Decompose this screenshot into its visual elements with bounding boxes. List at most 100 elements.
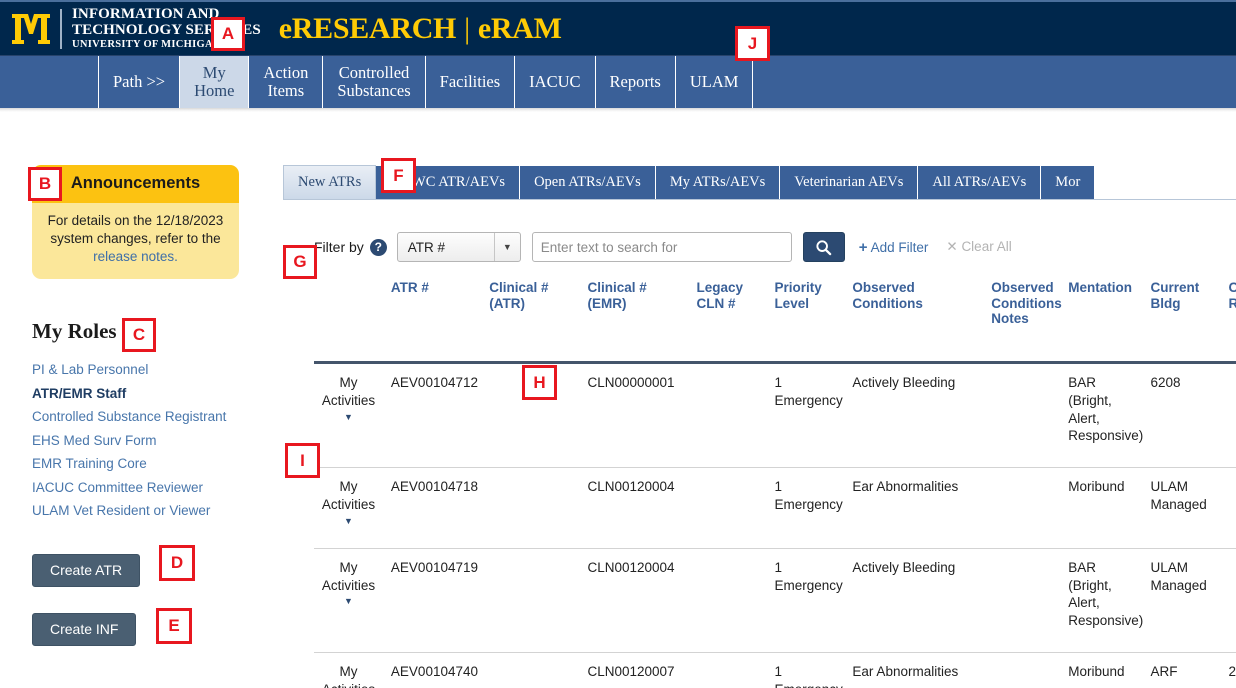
nav-item-my-home[interactable]: My Home [180, 56, 250, 108]
cell-mentation: BAR (Bright, Alert, Responsive) [1068, 548, 1151, 654]
cell-atr-number[interactable]: AEV00104740 [390, 652, 490, 688]
cell-observed-conditions: Actively Bleeding [852, 362, 992, 469]
role-item-emr-training-core[interactable]: EMR Training Core [32, 452, 283, 476]
cell-clinical-emr[interactable]: CLN00120004 [587, 467, 697, 549]
create-inf-button[interactable]: Create INF [32, 612, 137, 646]
nav-item-path[interactable]: Path >> [99, 56, 181, 108]
cell-observed-conditions: Actively Bleeding [852, 548, 992, 654]
cell-current-bldg: ARF [1150, 652, 1229, 688]
cell-clinical-emr[interactable]: CLN00000001 [587, 362, 697, 469]
chevron-down-icon: ▼ [344, 515, 353, 526]
filter-field-select[interactable]: ATR # ▼ [396, 232, 521, 262]
annotation-marker-h: H [522, 365, 557, 400]
priority-number: 1 [774, 559, 782, 575]
cell-current-bldg: ULAM Managed [1150, 467, 1229, 549]
my-roles-list: PI & Lab Personnel ATR/EMR Staff Control… [32, 358, 283, 523]
cell-observed-conditions-notes [991, 467, 1069, 549]
tab-veterinarian-aevs[interactable]: Veterinarian AEVs [780, 165, 919, 199]
logo-divider [60, 8, 62, 49]
col-clinical-atr[interactable]: Clinical # (ATR) [489, 280, 587, 362]
col-observed-conditions[interactable]: Observed Conditions [852, 280, 991, 362]
annotation-marker-a: A [211, 17, 245, 51]
annotation-marker-b: B [28, 167, 62, 201]
cell-observed-conditions-notes [991, 362, 1069, 469]
nav-left-spacer [0, 56, 99, 108]
primary-navigation: Path >> My Home Action Items Controlled … [0, 55, 1236, 108]
my-activities-label: My Activities [321, 374, 376, 408]
cell-current-room [1228, 362, 1236, 469]
announcements-title: Announcements [32, 165, 239, 203]
priority-text: Emergency [774, 577, 843, 593]
my-activities-menu[interactable]: My Activities ▼ [314, 362, 391, 469]
role-item-iacuc-committee-reviewer[interactable]: IACUC Committee Reviewer [32, 476, 283, 500]
my-activities-menu[interactable]: My Activities ▼ [314, 467, 391, 549]
cell-current-room [1228, 548, 1236, 654]
add-filter-button[interactable]: + Add Filter [859, 239, 929, 256]
nav-right-filler [753, 56, 1236, 108]
chevron-down-icon: ▼ [344, 596, 353, 607]
table-body: My Activities ▼ AEV00104712 CLN00000001 … [314, 362, 1236, 688]
role-item-controlled-substance-registrant[interactable]: Controlled Substance Registrant [32, 405, 283, 429]
cell-priority-level: 1 Emergency [774, 362, 853, 469]
col-observed-conditions-notes[interactable]: Observed Conditions Notes [991, 280, 1068, 362]
nav-item-controlled-substances[interactable]: Controlled Substances [323, 56, 426, 108]
filter-by-label: Filter by [314, 239, 364, 255]
nav-item-reports[interactable]: Reports [596, 56, 676, 108]
question-mark-icon[interactable]: ? [369, 238, 387, 256]
priority-number: 1 [774, 374, 782, 390]
announcements-body: For details on the 12/18/2023 system cha… [32, 203, 239, 280]
col-priority-level[interactable]: Priority Level [774, 280, 852, 362]
clear-all-label: Clear All [961, 239, 1012, 254]
nav-item-facilities[interactable]: Facilities [426, 56, 516, 108]
brand-separator: | [464, 11, 470, 45]
priority-text: Emergency [774, 681, 844, 688]
cell-clinical-atr [489, 467, 588, 549]
my-activities-menu[interactable]: My Activities ▼ [314, 652, 391, 688]
tab-new-atrs[interactable]: New ATRs [283, 165, 377, 199]
clear-all-button[interactable]: ✕ Clear All [946, 239, 1011, 255]
cell-clinical-emr[interactable]: CLN00120007 [587, 652, 697, 688]
cell-clinical-emr[interactable]: CLN00120004 [587, 548, 697, 654]
tab-all-atrs-aevs[interactable]: All ATRs/AEVs [918, 165, 1042, 199]
col-current-bldg[interactable]: Current Bldg [1150, 280, 1228, 362]
col-legacy-cln[interactable]: Legacy CLN # [696, 280, 774, 362]
nav-item-iacuc[interactable]: IACUC [515, 56, 596, 108]
content-tabstrip: New ATRs FC/WC ATR/AEVs Open ATRs/AEVs M… [283, 165, 1236, 199]
col-atr-number[interactable]: ATR # [391, 280, 489, 362]
table-row: My Activities ▼ AEV00104712 CLN00000001 … [314, 362, 1236, 469]
cell-mentation: Moribund [1068, 467, 1151, 549]
create-atr-button[interactable]: Create ATR [32, 553, 141, 587]
my-activities-menu[interactable]: My Activities ▼ [314, 548, 391, 654]
role-item-ehs-med-surv-form[interactable]: EHS Med Surv Form [32, 429, 283, 453]
app-banner: INFORMATION AND TECHNOLOGY SERVICES UNIV… [0, 0, 1236, 55]
role-item-pi-lab-personnel[interactable]: PI & Lab Personnel [32, 358, 283, 382]
magnifier-icon [816, 239, 832, 255]
role-item-ulam-vet-resident-or-viewer[interactable]: ULAM Vet Resident or Viewer [32, 499, 283, 523]
release-notes-link[interactable]: release notes. [93, 249, 178, 264]
col-mentation[interactable]: Mentation [1068, 280, 1150, 362]
annotation-marker-i: I [285, 443, 320, 478]
tab-panel-body: Filter by ? ATR # ▼ + Add Filter [283, 199, 1236, 688]
tab-more[interactable]: Mor [1041, 165, 1096, 199]
cell-atr-number[interactable]: AEV00104718 [390, 467, 490, 549]
search-input[interactable] [531, 232, 792, 262]
cell-legacy-cln [696, 362, 775, 469]
cell-atr-number[interactable]: AEV00104719 [390, 548, 490, 654]
nav-item-ulam[interactable]: ULAM [676, 56, 754, 108]
cell-atr-number[interactable]: AEV00104712 [390, 362, 490, 469]
my-activities-label: My Activities [321, 479, 376, 513]
cell-mentation: Moribund [1068, 652, 1151, 688]
nav-item-action-items[interactable]: Action Items [249, 56, 324, 108]
priority-number: 1 [774, 479, 782, 495]
col-clinical-emr[interactable]: Clinical # (EMR) [587, 280, 696, 362]
role-item-atr-emr-staff[interactable]: ATR/EMR Staff [32, 382, 283, 406]
col-activities [314, 280, 391, 362]
brand-eram: eRAM [477, 11, 562, 45]
cell-clinical-atr [489, 548, 588, 654]
filter-bar: Filter by ? ATR # ▼ + Add Filter [283, 230, 1236, 264]
results-table-container: ATR # Clinical # (ATR) Clinical # (EMR) … [283, 280, 1236, 688]
col-current-room[interactable]: Current Room [1228, 280, 1236, 362]
search-button[interactable] [802, 232, 845, 262]
tab-open-atrs-aevs[interactable]: Open ATRs/AEVs [520, 165, 656, 199]
tab-my-atrs-aevs[interactable]: My ATRs/AEVs [655, 165, 781, 199]
